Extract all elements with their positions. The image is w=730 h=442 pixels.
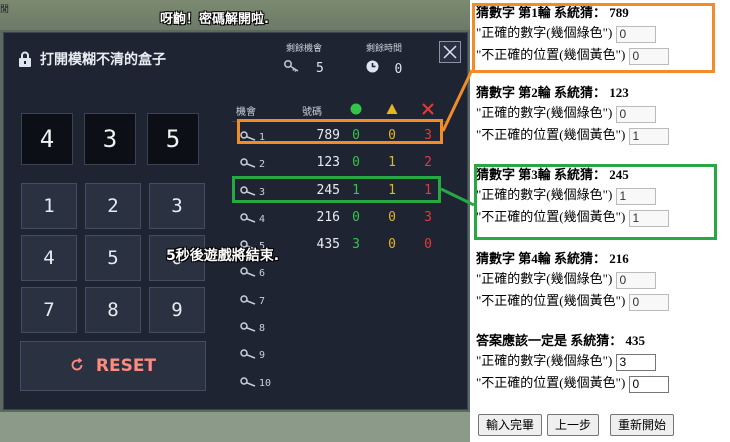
round-guess: 123 [609, 85, 629, 100]
remaining-chances: 剩餘機會 5 [274, 41, 334, 76]
green-circle-icon [350, 103, 362, 115]
row-index: 8 [259, 323, 266, 335]
current-digit-3: 5 [147, 113, 199, 165]
green-count-input[interactable]: 0 [615, 271, 656, 289]
round-guess: 435 [625, 333, 646, 348]
key-icon [240, 213, 256, 223]
table-row: 8 [232, 313, 446, 340]
yellow-count-input[interactable]: 1 [628, 127, 669, 145]
clock-icon [366, 60, 379, 73]
reset-label: RESET [95, 356, 157, 376]
keypad-key-3[interactable]: 3 [149, 183, 205, 229]
green-count-label: "正確的數字(幾個綠色") [476, 271, 613, 286]
row-green-count: 0 [352, 209, 360, 225]
edge-text: 閒 [0, 5, 10, 15]
remaining-chances-value: 5 [316, 61, 324, 76]
solver-round-5: 答案應該一定是 系統猜： 435 "正確的數字(幾個綠色") 3 "不正確的位置(幾… [476, 332, 669, 394]
col-number: 號碼 [302, 107, 322, 118]
green-count-input[interactable]: 3 [615, 353, 656, 371]
solver-highlight-round-1 [472, 3, 715, 73]
dialog-title: 打開模糊不清的盒子 [40, 52, 166, 68]
highlight-round-3 [232, 176, 441, 203]
remaining-time-label: 剩餘時間 [365, 44, 402, 54]
key-icon [240, 267, 256, 278]
dialog-title-row: 打開模糊不清的盒子 [18, 49, 166, 69]
row-yellow-count: 0 [388, 209, 396, 225]
yellow-triangle-icon [386, 103, 398, 114]
keypad-key-5[interactable]: 5 [85, 235, 141, 281]
row-number: 216 [316, 209, 340, 225]
yellow-count-label: "不正確的位置(幾個黃色") [476, 293, 626, 308]
remaining-time: 剩餘時間 0 [354, 41, 414, 77]
row-index: 2 [259, 159, 266, 171]
table-row: 4 216 0 0 3 [232, 204, 446, 231]
key-icon [240, 322, 256, 332]
row-red-count: 3 [424, 209, 432, 225]
solver-round-4: 猜數字 第4輪 系統猜： 216 "正確的數字(幾個綠色") 0 "不正確的位置(幾… [476, 250, 669, 312]
row-number: 435 [316, 237, 340, 253]
row-red-count: 2 [424, 155, 432, 171]
keypad-key-4[interactable]: 4 [21, 235, 77, 281]
keypad-key-1[interactable]: 1 [21, 183, 77, 229]
row-yellow-count: 1 [388, 155, 396, 171]
key-icon [240, 349, 256, 360]
lock-icon [19, 51, 31, 67]
highlight-round-1 [237, 119, 443, 144]
row-index: 10 [259, 377, 272, 389]
submit-button[interactable]: 輸入完畢 [478, 414, 543, 436]
row-index: 4 [259, 213, 266, 225]
remaining-time-value: 0 [394, 62, 403, 77]
solver-panel: 猜數字 第1輪 系統猜： 789 "正確的數字(幾個綠色") 0 "不正確的位置(幾… [472, 0, 730, 442]
countdown-message: 5秒後遊戲將結束. [166, 248, 280, 264]
current-digit-1: 4 [21, 113, 73, 165]
green-count-input[interactable]: 0 [615, 105, 656, 123]
key-icon [240, 295, 256, 305]
close-icon [443, 45, 457, 59]
round-title: 猜數字 第2輪 系統猜： [476, 85, 607, 100]
chat-banner: 呀齣！密碼解開啦. [160, 12, 269, 27]
row-number: 123 [316, 155, 340, 171]
keypad-key-2[interactable]: 2 [85, 183, 141, 229]
keypad-key-7[interactable]: 7 [21, 287, 77, 333]
game-scene-bottom [0, 412, 470, 442]
yellow-count-label: "不正確的位置(幾個黃色") [476, 375, 626, 390]
col-chance: 機會 [236, 107, 256, 118]
solver-highlight-round-3 [474, 164, 717, 240]
remaining-chances-label: 剩餘機會 [285, 44, 322, 54]
red-x-icon [422, 103, 434, 115]
reset-button[interactable]: RESET [20, 341, 206, 391]
yellow-count-input[interactable]: 0 [628, 293, 669, 311]
key-icon [240, 158, 256, 168]
table-row: 10 [232, 368, 446, 395]
table-row: 9 [232, 340, 446, 367]
restart-button[interactable]: 重新開始 [610, 414, 675, 436]
key-icon [240, 376, 256, 387]
back-button[interactable]: 上一步 [547, 414, 600, 436]
solver-round-2: 猜數字 第2輪 系統猜： 123 "正確的數字(幾個綠色") 0 "不正確的位置(幾… [476, 84, 669, 146]
reset-icon [71, 357, 83, 371]
round-guess: 216 [609, 251, 629, 266]
key-icon [284, 59, 299, 72]
green-count-label: "正確的數字(幾個綠色") [476, 105, 613, 120]
green-count-label: "正確的數字(幾個綠色") [476, 353, 613, 368]
row-red-count: 0 [424, 237, 432, 253]
close-button[interactable] [439, 41, 461, 63]
current-digit-2: 3 [84, 113, 136, 165]
row-green-count: 0 [352, 155, 360, 171]
row-index: 7 [259, 295, 266, 307]
game-window: 閒 呀齣！密碼解開啦. 打開模糊不清的盒子 剩餘機會 5 剩餘時間 0 4 3 … [0, 0, 470, 442]
keypad-key-8[interactable]: 8 [85, 287, 141, 333]
row-index: 9 [259, 350, 266, 362]
table-row: 7 [232, 286, 446, 313]
round-title: 猜數字 第4輪 系統猜： [476, 251, 607, 266]
round-title: 答案應該一定是 系統猜： [476, 333, 623, 348]
row-index: 6 [259, 268, 266, 280]
puzzle-dialog: 打開模糊不清的盒子 剩餘機會 5 剩餘時間 0 4 3 5 1 2 3 4 5 … [3, 32, 468, 410]
keypad-key-9[interactable]: 9 [149, 287, 205, 333]
yellow-count-input[interactable]: 0 [628, 375, 669, 393]
row-green-count: 3 [352, 237, 360, 253]
table-row: 2 123 0 1 2 [232, 149, 446, 176]
yellow-count-label: "不正確的位置(幾個黃色") [476, 127, 626, 142]
row-yellow-count: 0 [388, 237, 396, 253]
